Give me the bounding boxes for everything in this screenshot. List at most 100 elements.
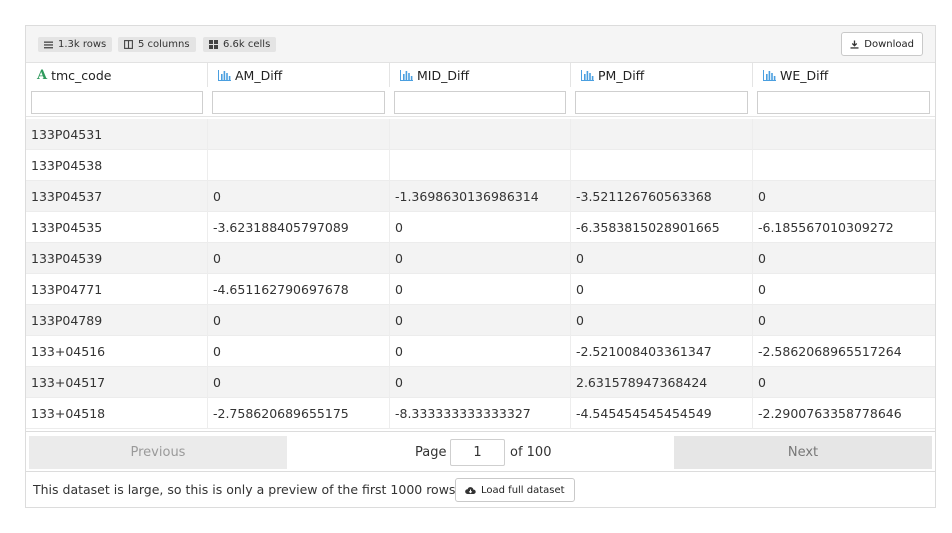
cell-mid_diff: -8.333333333333327 [390,398,571,429]
page-label: Page [415,445,447,460]
cell-pm_diff: -3.521126760563368 [571,181,753,212]
column-header-label: tmc_code [51,67,112,83]
table-row[interactable]: 133P04789 0 0 0 0 [26,305,935,336]
cells-grid-icon [209,40,218,49]
cell-pm_diff: 2.631578947368424 [571,367,753,398]
pagination-bar: Previous Page 1 of 100 Next [26,431,935,472]
histogram-icon [400,69,413,81]
page-number-input[interactable]: 1 [450,439,505,466]
column-header-mid_diff[interactable]: MID_Diff [390,63,571,87]
cell-mid_diff [390,150,571,181]
cell-pm_diff: -4.545454545454549 [571,398,753,429]
filter-input-we_diff[interactable] [757,91,930,114]
cell-tmc_code: 133P04789 [26,305,208,336]
cell-mid_diff: 0 [390,212,571,243]
table-row[interactable]: 133P04535 -3.623188405797089 0 -6.358381… [26,212,935,243]
cell-we_diff: -2.5862068965517264 [758,344,902,359]
cloud-download-icon [465,486,476,494]
cells-count-badge: 6.6k cells [203,37,277,52]
cell-we_diff: 0 [758,282,766,297]
column-header-am_diff[interactable]: AM_Diff [208,63,390,87]
filter-input-am_diff[interactable] [212,91,385,114]
cell-tmc_code: 133P04537 [26,181,208,212]
column-header-we_diff[interactable]: WE_Diff [753,63,935,87]
cell-am_diff: -4.651162790697678 [208,274,390,305]
table-toolbar: 1.3k rows 5 columns 6.6k cells Download [26,26,935,63]
preview-footer: This dataset is large, so this is only a… [26,472,935,508]
download-label: Download [864,38,914,50]
column-header-label: MID_Diff [417,67,470,83]
load-full-dataset-button[interactable]: Load full dataset [455,478,575,502]
cell-tmc_code: 133P04538 [26,150,208,181]
table-row[interactable]: 133+04517 0 0 2.631578947368424 0 [26,367,935,398]
cell-pm_diff: -6.3583815028901665 [571,212,753,243]
cell-pm_diff: 0 [571,243,753,274]
cell-we_diff: 0 [758,375,766,390]
cell-am_diff: 0 [208,305,390,336]
cell-am_diff: -3.623188405797089 [208,212,390,243]
cell-pm_diff: -2.521008403361347 [571,336,753,367]
cell-tmc_code: 133P04531 [26,119,208,150]
table-row[interactable]: 133P04771 -4.651162790697678 0 0 0 [26,274,935,305]
column-header-pm_diff[interactable]: PM_Diff [571,63,753,87]
cell-tmc_code: 133P04539 [26,243,208,274]
load-full-dataset-label: Load full dataset [481,484,565,496]
cell-pm_diff: 0 [571,274,753,305]
cell-pm_diff [571,150,753,181]
cell-mid_diff: -1.3698630136986314 [390,181,571,212]
histogram-icon [218,69,231,81]
filter-input-pm_diff[interactable] [575,91,748,114]
table-row[interactable]: 133P04538 [26,150,935,181]
text-type-icon: A [37,67,48,83]
dataset-preview-panel: 1.3k rows 5 columns 6.6k cells Download … [25,25,936,508]
column-header-tmc_code[interactable]: A tmc_code [26,63,208,87]
cell-we_diff: 0 [758,251,766,266]
column-header-label: PM_Diff [598,67,645,83]
columns-count-badge: 5 columns [118,37,196,52]
histogram-icon [581,69,594,81]
cell-am_diff: 0 [208,367,390,398]
table-row[interactable]: 133P04537 0 -1.3698630136986314 -3.52112… [26,181,935,212]
cell-we_diff: 0 [758,189,766,204]
cell-we_diff: 0 [758,313,766,328]
cell-we_diff: -6.185567010309272 [758,220,894,235]
cell-we_diff [753,119,935,150]
cell-pm_diff: 0 [571,305,753,336]
next-page-button[interactable]: Next [674,436,932,469]
page-total-label: of 100 [510,445,552,460]
cell-we_diff [753,150,935,181]
download-button[interactable]: Download [841,32,923,56]
cells-count-label: 6.6k cells [223,39,271,50]
table-row[interactable]: 133+04518 -2.758620689655175 -8.33333333… [26,398,935,429]
cell-tmc_code: 133P04535 [26,212,208,243]
previous-page-button[interactable]: Previous [29,436,287,469]
cell-tmc_code: 133+04517 [26,367,208,398]
table-row[interactable]: 133+04516 0 0 -2.521008403361347 -2.5862… [26,336,935,367]
cell-we_diff: -2.2900763358778646 [758,406,902,421]
columns-count-label: 5 columns [138,39,190,50]
download-icon [850,40,859,49]
column-header-label: WE_Diff [780,67,829,83]
table-row[interactable]: 133P04531 [26,119,935,150]
filter-input-tmc_code[interactable] [31,91,203,114]
cell-mid_diff: 0 [390,243,571,274]
rows-icon [44,41,53,48]
filter-input-mid_diff[interactable] [394,91,566,114]
columns-icon [124,40,133,49]
rows-count-badge: 1.3k rows [38,37,113,52]
column-header-label: AM_Diff [235,67,283,83]
cell-am_diff [208,119,390,150]
cell-tmc_code: 133P04771 [26,274,208,305]
cell-am_diff: 0 [208,181,390,212]
cell-pm_diff [571,119,753,150]
cell-am_diff: -2.758620689655175 [208,398,390,429]
preview-notice: This dataset is large, so this is only a… [33,482,460,497]
cell-am_diff: 0 [208,243,390,274]
rows-count-label: 1.3k rows [58,39,107,50]
table-row[interactable]: 133P04539 0 0 0 0 [26,243,935,274]
cell-tmc_code: 133+04518 [26,398,208,429]
cell-am_diff: 0 [208,336,390,367]
cell-mid_diff: 0 [390,274,571,305]
filter-row [26,87,935,117]
cell-mid_diff: 0 [390,336,571,367]
